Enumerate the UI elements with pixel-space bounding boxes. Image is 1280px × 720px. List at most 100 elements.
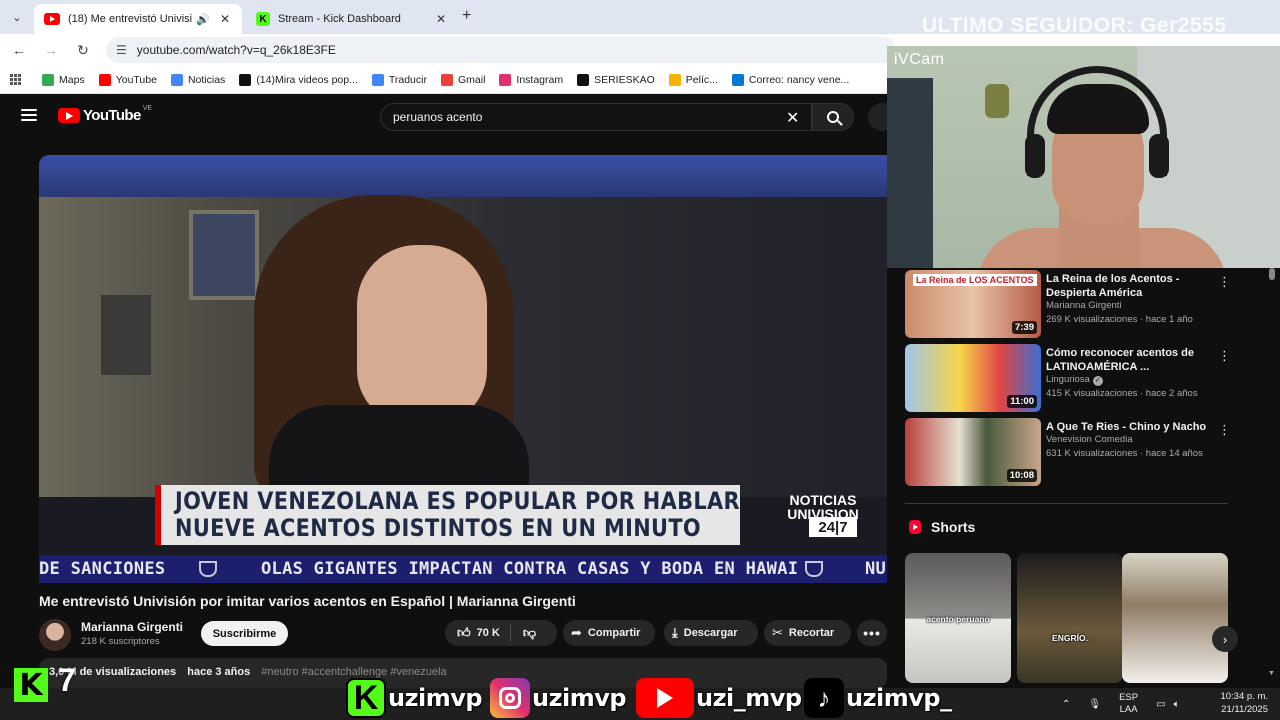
- apps-grid-icon[interactable]: [10, 73, 22, 86]
- video-thumbnail[interactable]: 11:00: [905, 344, 1041, 412]
- bookmark-label: YouTube: [115, 73, 157, 86]
- short-card[interactable]: acento peruano: [905, 553, 1011, 683]
- more-vertical-icon[interactable]: ⋮: [1218, 422, 1231, 438]
- clock-time: 10:34 p. m.: [1220, 691, 1268, 702]
- dislike-button[interactable]: 👎︎: [511, 625, 548, 641]
- country-code: VE: [142, 105, 153, 112]
- search-icon: [827, 111, 839, 123]
- clip-button[interactable]: ✂ Recortar: [764, 620, 851, 646]
- network-icon[interactable]: ▭: [1156, 699, 1165, 710]
- bookmark-item[interactable]: YouTube: [98, 73, 157, 86]
- bookmark-label: Correo: nancy vene...: [748, 73, 850, 86]
- related-title: Cómo reconocer acentos de LATINOAMÉRICA …: [1046, 347, 1194, 373]
- subscribe-button[interactable]: Suscribirme: [201, 621, 288, 646]
- related-video-1[interactable]: La Reina de LOS ACENTOS 7:39 La Reina de…: [905, 270, 1235, 340]
- channel-name[interactable]: Marianna Girgenti: [81, 620, 183, 634]
- more-vertical-icon[interactable]: ⋮: [1218, 348, 1231, 364]
- youtube-logo[interactable]: YouTube VE: [58, 105, 153, 124]
- close-tab-icon[interactable]: ✕: [434, 12, 448, 26]
- more-actions-button[interactable]: •••: [857, 620, 887, 646]
- close-tab-icon[interactable]: ✕: [218, 12, 232, 26]
- url-text: youtube.com/watch?v=q_26k18E3FE: [136, 43, 336, 57]
- channel-avatar[interactable]: [39, 619, 71, 651]
- headline-line-2: NUEVE ACENTOS DISTINTOS EN UN MINUTO: [175, 514, 702, 542]
- clock-date: 21/11/2025: [1221, 704, 1268, 715]
- related-video-3[interactable]: 10:08 A Que Te Ries - Chino y Nacho Vene…: [905, 418, 1235, 488]
- reload-icon[interactable]: ↻: [73, 40, 93, 60]
- short-card[interactable]: [1122, 553, 1228, 683]
- screen: ⌄ (18) Me entrevistó Univisión 🔊 ✕ K Str…: [0, 0, 1280, 720]
- headset-earcup: [1025, 134, 1045, 178]
- video-thumbnail[interactable]: 10:08: [905, 418, 1041, 486]
- ivcam-label: iVCam: [894, 51, 945, 68]
- bookmark-item[interactable]: Maps: [42, 73, 85, 86]
- system-tray: ⌃ 🎙︎ ESP LAA ▭ 🔈︎: [1062, 688, 1180, 720]
- tab-kick-dashboard[interactable]: K Stream - Kick Dashboard ✕: [246, 4, 458, 34]
- bookmark-item[interactable]: Noticias: [170, 73, 225, 86]
- tray-overflow-chevron-icon[interactable]: ⌃: [1062, 699, 1070, 710]
- language-indicator[interactable]: ESP LAA: [1119, 692, 1138, 716]
- shorts-next-button[interactable]: ›: [1212, 626, 1238, 652]
- site-info-icon[interactable]: ☰: [116, 43, 127, 57]
- like-button[interactable]: 👍︎ 70 K: [445, 624, 511, 642]
- scroll-down-arrow-icon[interactable]: ▼: [1268, 670, 1275, 677]
- back-arrow-icon[interactable]: ←: [9, 40, 29, 60]
- related-meta: 631 K visualizaciones · hace 14 años: [1046, 448, 1203, 459]
- kick-favicon-icon: K: [256, 12, 270, 26]
- bookmark-item[interactable]: Traducir: [371, 73, 427, 86]
- brand-24-7: 24|7: [809, 517, 857, 537]
- address-bar[interactable]: ☰ youtube.com/watch?v=q_26k18E3FE: [106, 37, 896, 63]
- search-input[interactable]: peruanos acento: [380, 103, 812, 131]
- subscriber-count: 218 K suscriptores: [81, 636, 160, 647]
- duration-badge: 11:00: [1007, 395, 1037, 408]
- more-vertical-icon[interactable]: ⋮: [1218, 274, 1231, 290]
- scrollbar-thumb[interactable]: [1269, 268, 1275, 280]
- short-card[interactable]: ENGRÍO.: [1017, 553, 1123, 683]
- social-handle: uzi_mvp: [696, 684, 802, 712]
- related-channel: Venevision Comedia: [1046, 434, 1133, 445]
- search-button[interactable]: [812, 103, 854, 131]
- duration-badge: 7:39: [1011, 321, 1037, 334]
- bookmark-label: (14)Mira videos pop...: [256, 73, 358, 86]
- microphone-icon[interactable]: 🎙︎: [1088, 699, 1101, 710]
- bookmark-item[interactable]: Instagram: [499, 73, 564, 86]
- related-video-2[interactable]: 11:00 Cómo reconocer acentos de LATINOAM…: [905, 344, 1235, 414]
- social-tiktok: ♪ uzimvp_: [804, 676, 952, 720]
- clear-search-icon[interactable]: ✕: [786, 108, 799, 128]
- share-arrow-icon: ➦: [571, 625, 582, 640]
- speaker-icon[interactable]: 🔊: [196, 13, 210, 26]
- volume-icon[interactable]: 🔈︎: [1174, 699, 1180, 710]
- instagram-camera-icon: [499, 687, 521, 709]
- bookmark-item[interactable]: Pelíc...: [668, 73, 718, 86]
- bookmark-label: Instagram: [516, 73, 564, 86]
- bookmark-label: Gmail: [457, 73, 486, 86]
- bookmark-item[interactable]: Correo: nancy vene...: [731, 73, 850, 86]
- bookmark-label: Pelíc...: [685, 73, 718, 86]
- bookmark-label: Traducir: [388, 73, 427, 86]
- related-title: La Reina de los Acentos - Despierta Amér…: [1046, 273, 1180, 299]
- social-youtube: uzi_mvp: [636, 676, 802, 720]
- tab-youtube[interactable]: (18) Me entrevistó Univisión 🔊 ✕: [34, 4, 242, 34]
- tab-search-icon[interactable]: ⌄: [6, 7, 28, 27]
- guide-menu-icon[interactable]: [21, 109, 37, 121]
- shorts-title: Shorts: [931, 519, 976, 535]
- clip-label: Recortar: [788, 627, 835, 639]
- download-icon: ⤓: [672, 625, 678, 640]
- share-button[interactable]: ➦ Compartir: [563, 620, 655, 646]
- univision-shield-icon: [199, 561, 217, 577]
- forward-arrow-icon[interactable]: →: [41, 40, 61, 60]
- bookmark-item[interactable]: (14)Mira videos pop...: [239, 73, 358, 86]
- brand-line-1: NOTICIAS: [789, 492, 857, 508]
- sidebar-scrollbar[interactable]: [1268, 268, 1276, 680]
- bookmark-item[interactable]: Gmail: [440, 73, 486, 86]
- bookmark-favicon-icon: [731, 73, 744, 86]
- download-button[interactable]: ⤓ Descargar: [664, 620, 758, 646]
- video-thumbnail[interactable]: La Reina de LOS ACENTOS 7:39: [905, 270, 1041, 338]
- stream-counter: 7: [58, 662, 76, 698]
- taskbar-clock[interactable]: 10:34 p. m. 21/11/2025: [1200, 690, 1268, 716]
- language-line-2: LAA: [1119, 704, 1138, 715]
- new-tab-icon[interactable]: +: [462, 7, 471, 25]
- video-player[interactable]: JOVEN VENEZOLANA ES POPULAR POR HABLAR N…: [39, 155, 887, 583]
- video-title: Me entrevistó Univisión por imitar vario…: [39, 593, 576, 609]
- bookmark-item[interactable]: SERIESKAO: [577, 73, 655, 86]
